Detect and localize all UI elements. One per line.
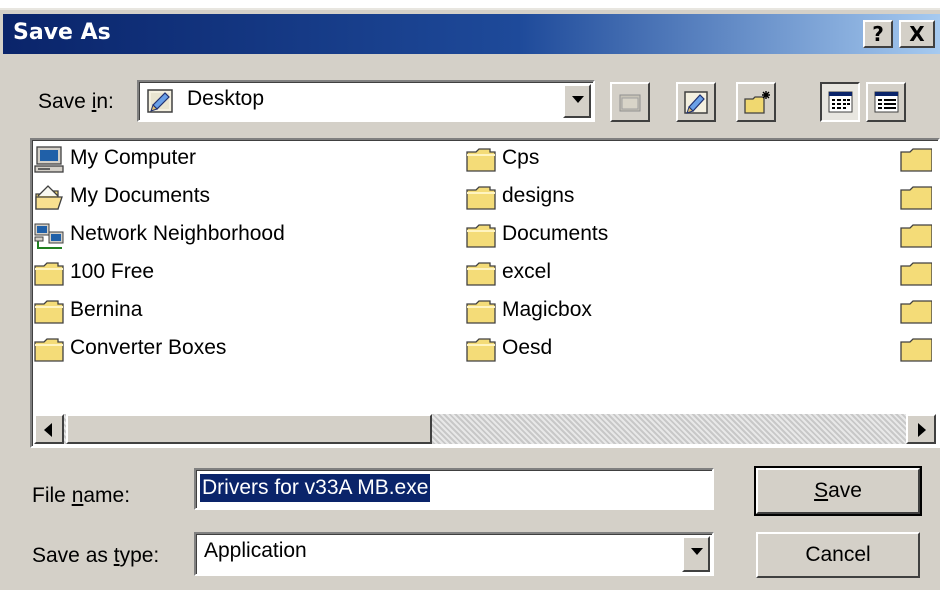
folder-icon	[34, 338, 64, 362]
folder-icon	[466, 224, 496, 248]
folder-icon	[466, 148, 496, 172]
save-as-type-value: Application	[204, 539, 307, 562]
desktop-icon	[684, 91, 708, 114]
folder-icon	[34, 300, 64, 324]
title-bar[interactable]: Save As ? X	[3, 14, 940, 54]
folder-icon	[466, 186, 496, 210]
folder-icon	[466, 338, 496, 362]
save-button[interactable]: Save	[754, 466, 922, 516]
save-in-value: Desktop	[187, 87, 265, 110]
desktop-icon	[147, 89, 173, 113]
scrollbar-thumb[interactable]	[66, 414, 432, 444]
list-view-button[interactable]	[820, 82, 860, 122]
save-in-dropdown[interactable]: Desktop	[137, 80, 595, 122]
save-as-dialog: Save As ? X Save in: Desktop My Computer…	[0, 8, 940, 590]
save-as-type-label: Save as type:	[32, 544, 160, 567]
new-folder-button[interactable]	[736, 82, 776, 122]
save-in-dropdown-arrow[interactable]	[563, 84, 591, 118]
close-button[interactable]: X	[899, 20, 935, 48]
cancel-button[interactable]: Cancel	[756, 532, 920, 578]
horizontal-scrollbar[interactable]	[34, 414, 936, 444]
desktop-button[interactable]	[676, 82, 716, 122]
file-name-value: Drivers for v33A MB.exe	[200, 474, 431, 502]
file-name-label: File name:	[32, 484, 131, 507]
folder-icon	[466, 262, 496, 286]
scroll-left-button[interactable]	[34, 414, 64, 444]
folder-icon	[34, 262, 64, 286]
my-computer-icon	[34, 146, 64, 173]
save-as-type-dropdown[interactable]: Application	[194, 532, 714, 576]
new-folder-icon	[744, 91, 770, 114]
file-list[interactable]: My Computer My Documents Network Neighbo…	[30, 138, 940, 448]
scroll-right-button[interactable]	[906, 414, 936, 444]
help-button[interactable]: ?	[863, 20, 893, 48]
list-view-icon	[828, 91, 853, 113]
folder-icon	[466, 300, 496, 324]
file-name-input[interactable]: Drivers for v33A MB.exe	[194, 468, 714, 510]
dialog-title: Save As	[13, 20, 111, 45]
details-view-button[interactable]	[866, 82, 906, 122]
my-documents-icon	[35, 185, 63, 210]
clipped-folder-column	[900, 148, 932, 362]
network-neighborhood-icon	[34, 223, 64, 249]
up-one-level-icon	[619, 94, 641, 112]
up-one-level-button[interactable]	[610, 82, 650, 122]
save-as-type-dropdown-arrow[interactable]	[682, 536, 710, 572]
save-in-label: Save in:	[38, 90, 114, 113]
details-view-icon	[874, 91, 899, 113]
